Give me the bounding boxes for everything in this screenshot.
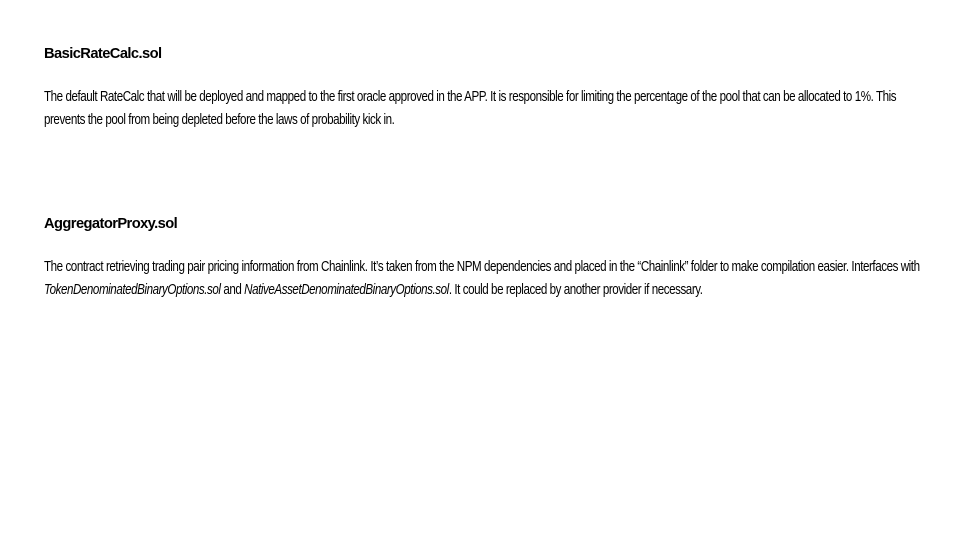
section-basic-rate-calc: BasicRateCalc.sol The default RateCalc t…	[44, 44, 920, 131]
paragraph-text: and	[220, 281, 245, 298]
paragraph-text: . It could be replaced by another provid…	[448, 281, 703, 298]
section-heading: AggregatorProxy.sol	[44, 215, 178, 232]
section-aggregator-proxy: AggregatorProxy.sol The contract retriev…	[44, 214, 920, 301]
section-paragraph: The default RateCalc that will be deploy…	[44, 89, 897, 128]
file-reference: TokenDenominatedBinaryOptions.sol	[44, 281, 221, 298]
paragraph-text: The contract retrieving trading pair pri…	[44, 259, 920, 275]
slide: BasicRateCalc.sol The default RateCalc t…	[0, 0, 960, 540]
section-heading: BasicRateCalc.sol	[44, 45, 162, 62]
file-reference: NativeAssetDenominatedBinaryOptions.sol	[244, 281, 449, 298]
section-paragraph: The contract retrieving trading pair pri…	[44, 256, 920, 301]
